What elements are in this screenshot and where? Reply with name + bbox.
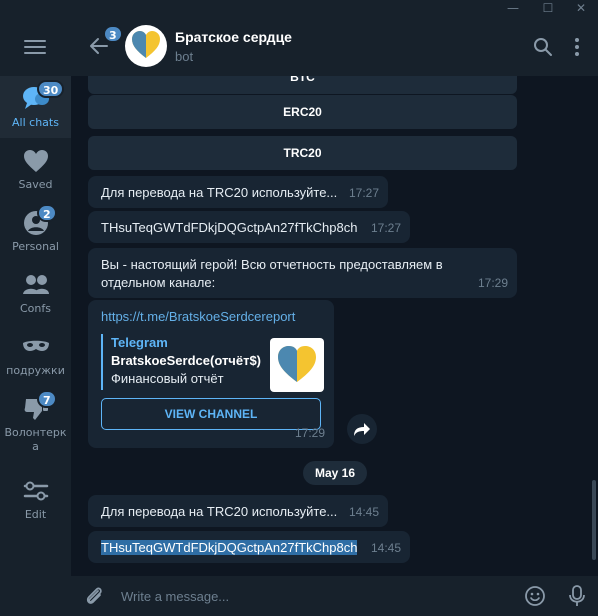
sidebar-item-label: Saved [18, 178, 53, 191]
unread-badge: 30 [37, 80, 65, 98]
sidebar-item-label: Confs [20, 302, 51, 315]
unread-badge: 2 [37, 204, 57, 222]
message-text: Для перевода на TRC20 используйте... [101, 185, 338, 200]
date-separator: May 16 [303, 461, 367, 485]
search-icon[interactable] [533, 37, 553, 57]
message-text: Для перевода на TRC20 используйте... [101, 504, 338, 519]
message-time: 17:27 [370, 221, 401, 235]
share-button[interactable] [347, 414, 377, 444]
message-bubble-selected[interactable]: THsuTeqGWTdFDkjDQGctpAn27fTkChp8ch 14:45 [88, 531, 410, 563]
sidebar-item-label: подружки [6, 364, 65, 377]
maximize-button[interactable]: ☐ [533, 0, 563, 18]
group-icon [23, 275, 49, 294]
message-bubble[interactable]: Для перевода на TRC20 используйте... 17:… [88, 176, 388, 208]
sidebar-item-confs[interactable]: Confs [0, 264, 71, 326]
message-bubble[interactable]: Для перевода на TRC20 используйте... 14:… [88, 495, 388, 527]
chat-header: 3 Братское сердце bot [71, 18, 598, 76]
unread-badge: 7 [37, 390, 57, 408]
keyboard-button-btc[interactable]: BTC [88, 76, 517, 94]
share-arrow-icon [354, 423, 370, 436]
minimize-button[interactable]: — [498, 0, 528, 18]
message-link[interactable]: https://t.me/BratskoeSerdcereport [101, 309, 295, 324]
paperclip-icon[interactable] [83, 585, 105, 607]
message-text-line: Вы - настоящий герой! Всю отчетность пре… [101, 257, 443, 272]
sidebar-item-label: Волонтерка [4, 426, 67, 453]
chat-subtitle: bot [175, 49, 194, 64]
message-bubble[interactable]: Вы - настоящий герой! Всю отчетность пре… [88, 248, 517, 298]
heart-logo-icon [132, 31, 160, 58]
sidebar-item-saved[interactable]: Saved [0, 140, 71, 202]
heart-logo-icon [278, 346, 316, 382]
view-channel-button[interactable]: VIEW CHANNEL [101, 398, 321, 430]
message-time: 14:45 [370, 541, 401, 555]
message-list[interactable]: BTC ERC20 TRC20 Для перевода на TRC20 ис… [71, 76, 598, 576]
menu-icon[interactable] [24, 40, 46, 56]
microphone-icon[interactable] [567, 584, 587, 608]
close-button[interactable]: ✕ [566, 0, 596, 18]
window-titlebar: — ☐ ✕ [0, 0, 598, 18]
link-preview[interactable]: Telegram BratskoeSerdce(отчёт$) Финансов… [101, 334, 324, 392]
message-time: 17:29 [477, 276, 508, 290]
sidebar-item-volonterka[interactable]: 7 Волонтерка [0, 388, 71, 460]
chat-title: Братское сердце [175, 29, 292, 45]
sliders-icon [23, 481, 49, 501]
message-time: 14:45 [348, 505, 379, 519]
more-menu-icon[interactable] [571, 37, 583, 57]
message-text: THsuTeqGWTdFDkjDQGctpAn27fTkChp8ch [101, 220, 358, 235]
sidebar-item-personal[interactable]: 2 Personal [0, 202, 71, 264]
emoji-icon[interactable] [524, 585, 546, 607]
message-bubble-link[interactable]: https://t.me/BratskoeSerdcereport Telegr… [88, 300, 334, 448]
message-time: 17:29 [294, 426, 325, 440]
message-time: 17:27 [348, 186, 379, 200]
sidebar-item-label: Personal [12, 240, 59, 253]
sidebar-item-label: All chats [12, 116, 59, 129]
sidebar-item-edit[interactable]: Edit [0, 470, 71, 532]
heart-icon [24, 150, 48, 172]
message-bubble[interactable]: THsuTeqGWTdFDkjDQGctpAn27fTkChp8ch 17:27 [88, 211, 410, 243]
message-input[interactable] [121, 586, 501, 606]
sidebar-item-all-chats[interactable]: 30 All chats [0, 76, 71, 138]
sidebar-item-label: Edit [24, 508, 47, 521]
keyboard-button-trc20[interactable]: TRC20 [88, 136, 517, 170]
folders-sidebar: 30 All chats Saved 2 Personal Confs подр… [0, 18, 71, 616]
message-composer [71, 576, 598, 616]
sidebar-item-podruzhki[interactable]: подружки [0, 326, 71, 388]
back-unread-badge: 3 [103, 25, 123, 43]
message-text-selected: THsuTeqGWTdFDkjDQGctpAn27fTkChp8ch [101, 540, 358, 555]
mask-icon [23, 340, 49, 351]
scrollbar[interactable] [592, 480, 596, 560]
avatar[interactable] [125, 25, 167, 67]
preview-thumbnail [270, 338, 324, 392]
keyboard-button-erc20[interactable]: ERC20 [88, 95, 517, 129]
message-text-line: отдельном канале: [101, 275, 216, 290]
